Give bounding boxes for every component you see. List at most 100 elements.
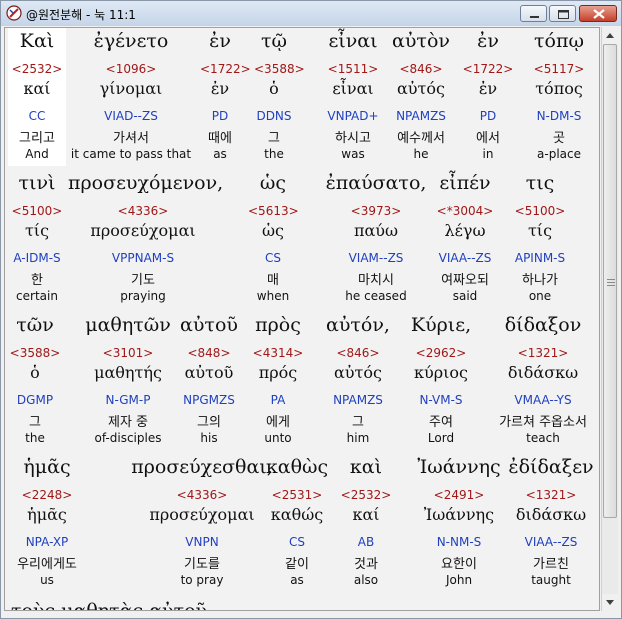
word-cell[interactable]: ἐν <1722> ἐν PD 에서 in bbox=[460, 28, 516, 166]
english-gloss: as bbox=[290, 573, 304, 587]
word-cell[interactable]: τόπῳ <5117> τόπος N-DM-S 곳 a-place bbox=[516, 28, 599, 166]
word-cell[interactable]: ὡς <5613> ὡς CS 매 when bbox=[248, 170, 299, 308]
lemma: Ἰωάννης bbox=[423, 505, 495, 524]
korean-gloss: 가셔서 bbox=[113, 131, 149, 146]
word-cell[interactable]: ἡμᾶς <2248> ἡμᾶς NPA-XP 우리에게도 us bbox=[8, 454, 86, 592]
word-cell[interactable]: αὐτόν, <846> αὐτός NPAMZS 그 him bbox=[318, 312, 398, 450]
word-cell[interactable]: ἐγένετο <1096> γίνομαι VIAD--ZS 가셔서 it came t… bbox=[68, 28, 194, 166]
strong-number: <2491> bbox=[433, 488, 485, 502]
korean-gloss: 가르쳐 주옵소서 bbox=[499, 415, 587, 430]
korean-gloss: 그의 bbox=[197, 415, 221, 430]
korean-gloss: 에서 bbox=[476, 131, 500, 146]
strong-number: <5100> bbox=[514, 204, 566, 218]
word-cell[interactable]: τις <5100> τίς APINM-S 하나가 one bbox=[508, 170, 572, 308]
english-gloss: he ceased bbox=[345, 289, 407, 303]
english-gloss: said bbox=[452, 289, 478, 303]
word-cell[interactable]: καθὼς <2531> καθώς CS 같이 as bbox=[254, 454, 340, 592]
partial-next-line: τοὺς μαθητὰς αὐτοῦ bbox=[11, 600, 208, 611]
greek-word: καὶ bbox=[349, 456, 383, 478]
word-cell[interactable]: προσευχόμενον, <4336> προσεύχομαι VPPNAM-S 기… bbox=[68, 170, 224, 308]
greek-word: ἐπαύσατο, bbox=[325, 172, 427, 194]
word-cell[interactable]: ἐδίδαξεν <1321> διδάσκω VIAA--ZS 가르친 taught bbox=[508, 454, 594, 592]
lemma: καθώς bbox=[270, 505, 324, 524]
strong-number: <2531> bbox=[271, 488, 323, 502]
lemma: γίνομαι bbox=[99, 79, 163, 98]
close-icon bbox=[593, 9, 605, 19]
word-cell[interactable]: τῷ <3588> ὁ DDNS 그 the bbox=[254, 28, 305, 166]
english-gloss: his bbox=[200, 431, 218, 445]
scroll-up-button[interactable] bbox=[602, 27, 618, 44]
greek-word: ἐγένετο bbox=[93, 30, 169, 52]
lemma: λέγω bbox=[444, 221, 486, 240]
lemma: ὁ bbox=[30, 363, 40, 382]
word-cell[interactable]: ἐν <1722> ἐν PD 때에 as bbox=[200, 28, 251, 166]
parsing-code: PD bbox=[479, 109, 497, 123]
korean-gloss: 그리고 bbox=[19, 131, 55, 146]
word-cell[interactable]: μαθητῶν <3101> μαθητής N-GM-P 제자 중 of-discipl… bbox=[68, 312, 188, 450]
parsing-code: AB bbox=[357, 535, 375, 549]
interlinear-view[interactable]: Καὶ <2532> καί CC 그리고 And ἐγένετο <1096> γίνομαι… bbox=[4, 27, 600, 611]
strong-number: <1096> bbox=[105, 62, 157, 76]
strong-number: <3101> bbox=[102, 346, 154, 360]
word-cell[interactable]: Κύριε, <2962> κύριος N-VM-S 주여 Lord bbox=[400, 312, 482, 450]
lemma: διδάσκω bbox=[515, 505, 587, 524]
strong-number: <3588> bbox=[9, 346, 61, 360]
minimize-button[interactable] bbox=[520, 5, 547, 22]
vertical-scrollbar[interactable] bbox=[601, 27, 618, 611]
close-button[interactable] bbox=[579, 5, 617, 22]
scroll-down-button[interactable] bbox=[602, 594, 618, 611]
korean-gloss: 때에 bbox=[208, 131, 232, 146]
parsing-code: PD bbox=[211, 109, 229, 123]
greek-word: αὐτοῦ bbox=[180, 314, 238, 336]
english-gloss: one bbox=[528, 289, 552, 303]
greek-word: καθὼς bbox=[265, 456, 329, 478]
greek-word: ἐδίδαξεν bbox=[508, 456, 594, 478]
korean-gloss: 요한이 bbox=[441, 557, 477, 572]
word-cell[interactable]: αὐτοῦ <848> αὐτοῦ NPGMZS 그의 his bbox=[174, 312, 244, 450]
parsing-code: CC bbox=[28, 109, 46, 123]
parsing-code: N-DM-S bbox=[536, 109, 582, 123]
lemma: τόπος bbox=[535, 79, 583, 98]
english-gloss: him bbox=[346, 431, 370, 445]
english-gloss: Lord bbox=[427, 431, 455, 445]
word-cell[interactable]: τινὶ <5100> τίς A-IDM-S 한 certain bbox=[8, 170, 66, 308]
title-bar[interactable]: @원전분해 - 눅 11:1 bbox=[1, 1, 621, 26]
word-cell[interactable]: εἶπέν <*3004> λέγω VIAA--ZS 여짜오되 said bbox=[428, 170, 502, 308]
korean-gloss: 것과 bbox=[354, 557, 378, 572]
greek-word: τις bbox=[525, 172, 555, 194]
app-window: @원전분해 - 눅 11:1 Καὶ <2532> καί CC 그리고 And ἐγένε… bbox=[0, 0, 622, 619]
lemma: ἐν bbox=[210, 79, 230, 98]
strong-number: <5117> bbox=[533, 62, 585, 76]
english-gloss: praying bbox=[120, 289, 166, 303]
word-cell[interactable]: δίδαξον <1321> διδάσκω VMAA--YS 가르쳐 주옵소서 teac… bbox=[484, 312, 599, 450]
lemma: καί bbox=[23, 79, 51, 98]
strong-number: <*3004> bbox=[436, 204, 494, 218]
parsing-code: CS bbox=[289, 535, 305, 549]
english-gloss: taught bbox=[531, 573, 571, 587]
strong-number: <1321> bbox=[517, 346, 569, 360]
parsing-code: A-IDM-S bbox=[13, 251, 61, 265]
word-cell[interactable]: Ἰωάννης <2491> Ἰωάννης N-NM-S 요한이 John bbox=[404, 454, 514, 592]
word-cell[interactable]: Καὶ <2532> καί CC 그리고 And bbox=[8, 28, 66, 166]
korean-gloss: 가르친 bbox=[533, 557, 569, 572]
korean-gloss: 한 bbox=[31, 273, 43, 288]
maximize-button[interactable] bbox=[549, 5, 576, 22]
english-gloss: certain bbox=[16, 289, 58, 303]
word-cell[interactable]: καὶ <2532> καί AB 것과 also bbox=[338, 454, 394, 592]
word-cell[interactable]: πρὸς <4314> πρός PA 에게 unto bbox=[248, 312, 308, 450]
scroll-thumb[interactable] bbox=[603, 44, 617, 518]
greek-word: μαθητῶν bbox=[85, 314, 171, 336]
lemma: τίς bbox=[527, 221, 553, 240]
english-gloss: it came to pass that bbox=[70, 147, 192, 161]
english-gloss: as bbox=[213, 147, 227, 161]
strong-number: <848> bbox=[187, 346, 231, 360]
word-cell[interactable]: ἐπαύσατο, <3973> παύω VIAM--ZS 마치시 he ceased bbox=[322, 170, 430, 308]
parsing-code: N-VM-S bbox=[419, 393, 463, 407]
parsing-code: CS bbox=[265, 251, 281, 265]
word-cell[interactable]: τῶν <3588> ὁ DGMP 그 the bbox=[8, 312, 62, 450]
greek-word: προσευχόμενον, bbox=[68, 172, 224, 194]
parsing-code: VPPNAM-S bbox=[111, 251, 175, 265]
strong-number: <2248> bbox=[21, 488, 73, 502]
greek-word: Ἰωάννης bbox=[417, 456, 501, 478]
word-cell[interactable]: αὐτὸν <846> αὐτός NPAMZS 예수께서 he bbox=[384, 28, 458, 166]
